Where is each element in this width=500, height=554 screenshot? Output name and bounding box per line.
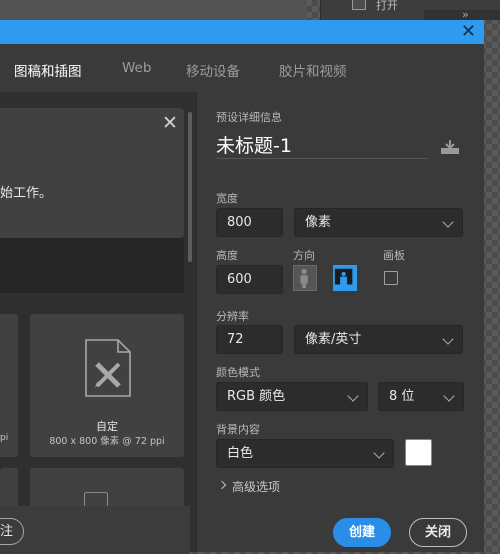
preset-tile[interactable] [0,468,18,508]
color-mode-label: 颜色模式 [216,366,260,379]
preset-tile-custom[interactable]: 自定 800 x 800 像素 @ 72 ppi [30,314,184,457]
color-mode-value: RGB 颜色 [227,389,286,404]
chevron-down-icon [373,447,385,459]
width-label: 宽度 [216,192,238,205]
width-unit-select[interactable]: 像素 [294,208,463,237]
preset-tile[interactable] [30,468,184,508]
document-ruler-pencil-icon [85,339,131,397]
background-contents-label: 背景内容 [216,423,260,436]
resolution-unit-value: 像素/英寸 [305,332,362,347]
bit-depth-select[interactable]: 8 位 [378,382,464,411]
tab-art-illustration[interactable]: 图稿和插图 [14,60,82,80]
height-label: 高度 [216,249,238,262]
orientation-portrait-button[interactable] [293,265,317,291]
chevron-down-icon [442,333,454,345]
advanced-options-toggle[interactable]: 高级选项 [219,478,280,495]
chevron-down-icon [347,390,359,402]
tab-mobile[interactable]: 移动设备 [186,60,240,80]
orientation-landscape-button[interactable] [333,265,357,291]
template-search-bar: 注 [0,506,190,554]
history-snapshot-icon [352,0,366,10]
preset-details-label: 预设详细信息 [216,111,282,124]
presets-header-bar [0,238,184,293]
new-document-dialog: ✕ 图稿和插图 Web 移动设备 胶片和视频 始工作。 ✕ pi 自定 800 … [0,20,484,554]
tab-web[interactable]: Web [122,60,151,76]
orientation-label: 方向 [293,249,315,262]
background-contents-select[interactable]: 白色 [216,439,394,468]
preset-details-panel: 预设详细信息 未标题-1 宽度 800 像素 高度 方向 画板 600 分辨率 … [196,92,484,552]
preset-tile-name: 自定 [96,420,118,433]
background-contents-value: 白色 [227,446,254,461]
save-preset-icon[interactable] [439,138,461,156]
portrait-person-icon [300,268,308,289]
presets-scrollbar[interactable] [188,112,192,262]
create-button[interactable]: 创建 [333,518,391,547]
app-canvas-top-strip [0,0,305,20]
preset-tile-spec: pi [0,433,9,443]
landscape-person-icon [334,268,353,285]
close-icon[interactable]: ✕ [162,112,178,134]
preset-tile-spec: 800 x 800 像素 @ 72 ppi [49,436,165,447]
welcome-text: 始工作。 [0,186,53,201]
width-input[interactable]: 800 [216,208,283,237]
tab-film-video[interactable]: 胶片和视频 [279,60,347,80]
dialog-titlebar: ✕ [0,20,484,44]
color-mode-select[interactable]: RGB 颜色 [216,382,368,411]
template-action-button[interactable]: 注 [0,518,24,545]
preset-category-tabs: 图稿和插图 Web 移动设备 胶片和视频 [0,44,484,92]
bit-depth-value: 8 位 [389,389,415,404]
width-unit-value: 像素 [305,215,332,230]
dialog-close-icon[interactable]: ✕ [461,21,476,43]
preset-tile[interactable]: pi [0,314,18,457]
presets-area: 始工作。 ✕ pi 自定 800 x 800 像素 @ 72 ppi 注 [0,92,196,554]
resolution-input[interactable]: 72 [216,325,283,354]
resolution-label: 分辨率 [216,310,249,323]
artboard-label: 画板 [383,249,405,262]
background-color-swatch[interactable] [405,439,432,466]
close-button[interactable]: 关闭 [409,518,467,547]
chevron-down-icon [443,390,455,402]
resolution-unit-select[interactable]: 像素/英寸 [294,325,463,354]
height-input[interactable]: 600 [216,265,283,294]
welcome-banner: 始工作。 ✕ [0,108,184,238]
chevron-down-icon [442,216,454,228]
document-name-field[interactable]: 未标题-1 [216,131,428,159]
artboard-checkbox[interactable] [384,271,398,285]
history-item-label[interactable]: 打开 [376,0,398,13]
